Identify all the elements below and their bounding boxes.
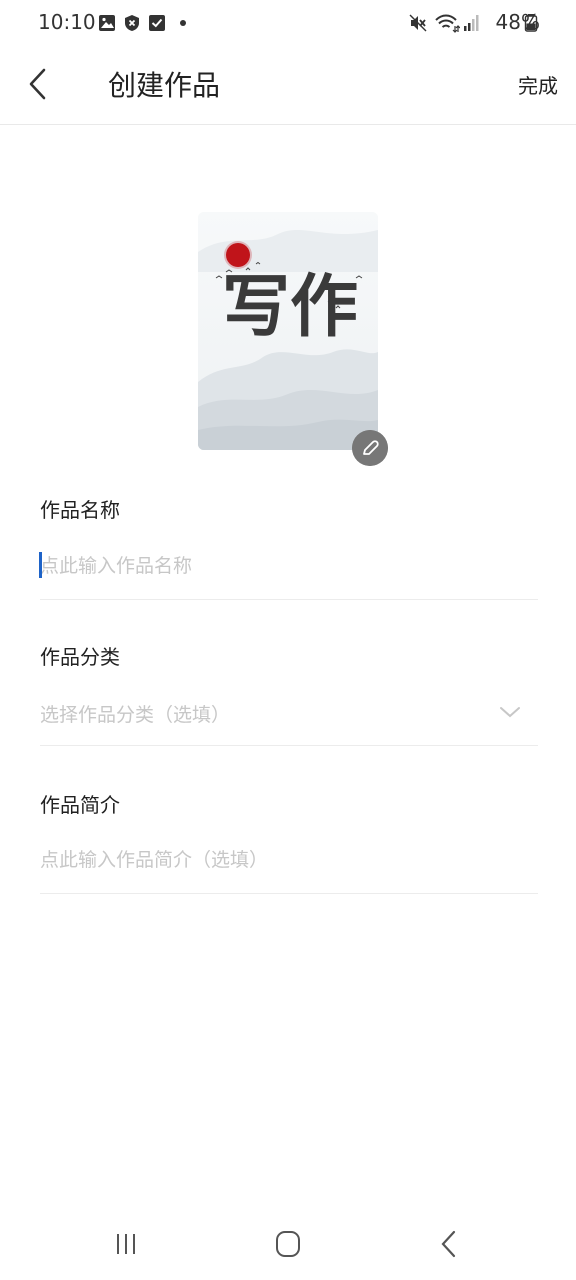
category-placeholder: 选择作品分类（选填） (40, 704, 231, 726)
done-button[interactable]: 完成 (518, 70, 558, 99)
name-input[interactable] (40, 546, 538, 586)
category-label: 作品分类 (40, 645, 120, 669)
shield-icon (125, 15, 139, 31)
category-select[interactable]: 选择作品分类（选填） (40, 690, 538, 736)
text-caret (39, 552, 42, 578)
cover-section: 写作 (198, 212, 388, 468)
app-bar: 创建作品 完成 (0, 46, 576, 125)
cover-calligraphy-top: 写作 (222, 268, 358, 347)
checkbox-icon (149, 15, 165, 31)
wifi-icon (435, 14, 460, 33)
status-bar: 10:10 48% (0, 0, 576, 46)
page-title: 创建作品 (108, 69, 221, 102)
intro-label: 作品简介 (40, 793, 120, 817)
edit-cover-button[interactable] (352, 430, 388, 466)
name-label: 作品名称 (40, 498, 120, 522)
chevron-down-icon (500, 707, 520, 718)
recent-apps-icon[interactable] (106, 1228, 146, 1260)
cover-image[interactable]: 写作 (198, 212, 378, 450)
intro-input[interactable] (40, 840, 538, 880)
name-divider (40, 599, 538, 600)
signal-icon (464, 15, 479, 31)
system-nav-bar (0, 1210, 576, 1280)
back-button[interactable] (22, 64, 62, 104)
battery-icon (524, 14, 538, 32)
category-divider (40, 745, 538, 746)
home-icon[interactable] (268, 1228, 308, 1260)
gallery-icon (99, 15, 115, 31)
intro-divider (40, 893, 538, 894)
dot-icon (180, 20, 186, 26)
status-time: 10:10 (38, 10, 96, 34)
mute-icon (409, 14, 427, 32)
back-nav-icon[interactable] (430, 1228, 470, 1260)
